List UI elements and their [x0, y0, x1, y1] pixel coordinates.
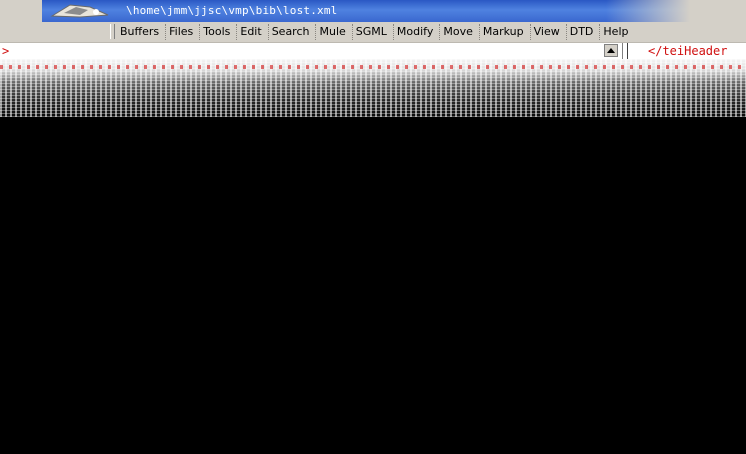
editor-left-text: > [2, 44, 10, 58]
menu-mule[interactable]: Mule [315, 24, 348, 40]
menu-move[interactable]: Move [439, 24, 476, 40]
scroll-up-arrow-icon[interactable] [604, 44, 618, 57]
menu-markup[interactable]: Markup [478, 24, 527, 40]
title-bar: \home\jmm\jjsc\vmp\bib\lost.xml [0, 0, 746, 22]
title-bar-left-cap [0, 0, 42, 22]
menu-tools[interactable]: Tools [199, 24, 233, 40]
window-title: \home\jmm\jjsc\vmp\bib\lost.xml [126, 4, 338, 17]
window-divider[interactable] [622, 43, 628, 59]
editor-body[interactable] [0, 117, 746, 454]
menu-help[interactable]: Help [599, 24, 631, 40]
rendering-artifact-band [0, 59, 746, 117]
menu-grip[interactable] [110, 24, 115, 39]
menu-sgml[interactable]: SGML [351, 24, 390, 40]
menu-items: Buffers Files Tools Edit Search Mule SGM… [117, 24, 634, 40]
menu-bar: Buffers Files Tools Edit Search Mule SGM… [0, 22, 746, 43]
menu-edit[interactable]: Edit [236, 24, 264, 40]
menu-buffers[interactable]: Buffers [117, 24, 162, 40]
menu-search[interactable]: Search [267, 24, 313, 40]
menu-view[interactable]: View [529, 24, 563, 40]
menu-dtd[interactable]: DTD [565, 24, 597, 40]
emacs-icon[interactable] [50, 3, 110, 19]
editor-line[interactable]: > </teiHeader [0, 43, 746, 59]
title-bar-right-cap [606, 0, 746, 22]
editor-right-text: </teiHeader [648, 44, 728, 58]
menu-modify[interactable]: Modify [392, 24, 436, 40]
red-artifact-dashes [0, 65, 746, 69]
menu-files[interactable]: Files [165, 24, 196, 40]
